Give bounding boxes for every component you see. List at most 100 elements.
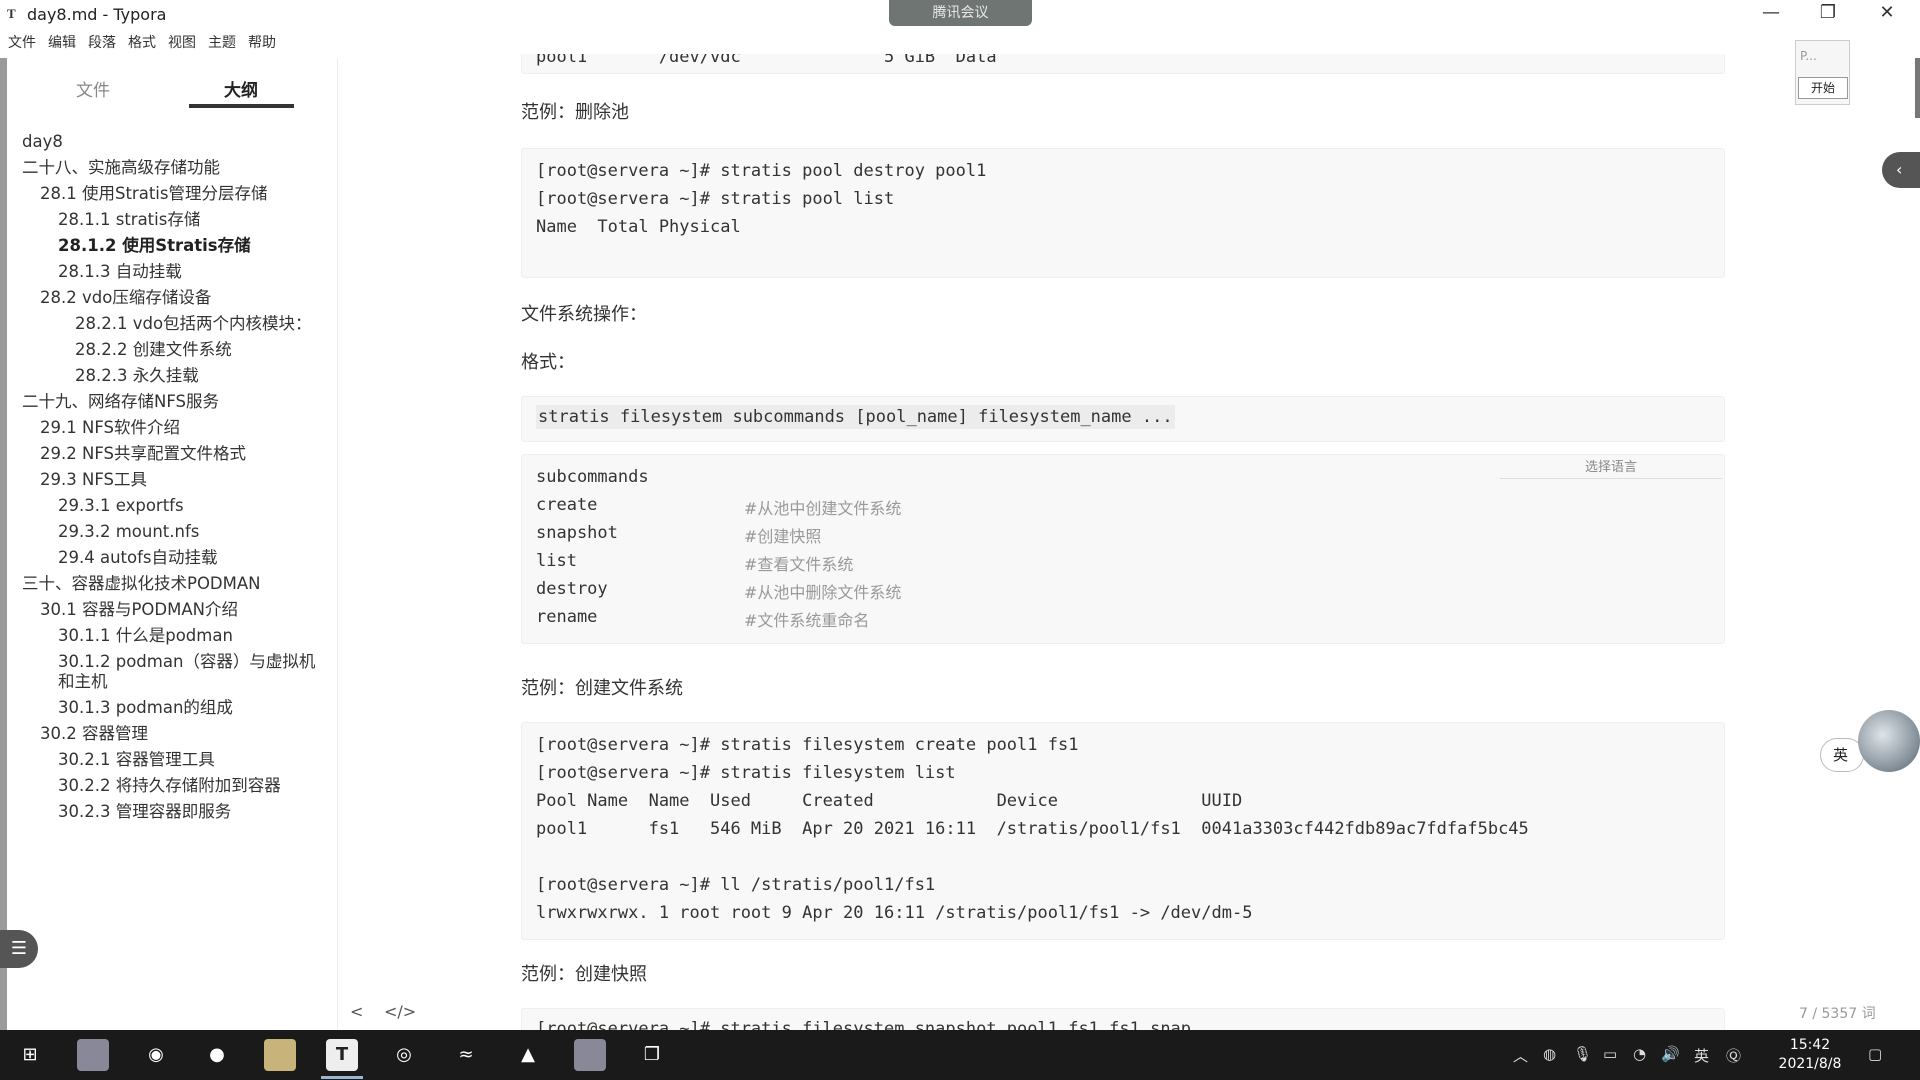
chevron-up-icon[interactable]: ︿ bbox=[1513, 1045, 1528, 1066]
outline-item[interactable]: 30.2.1 容器管理工具 bbox=[58, 748, 215, 772]
outline-item[interactable]: 30.2 容器管理 bbox=[40, 722, 148, 746]
netease-music-icon[interactable]: ◎ bbox=[388, 1039, 420, 1071]
code-block-snapshot[interactable]: [root@servera ~]# stratis filesystem sna… bbox=[521, 1008, 1725, 1030]
outline-item[interactable]: 28.1 使用Stratis管理分层存储 bbox=[40, 182, 267, 206]
subcommand-comment: #文件系统重命名 bbox=[744, 611, 870, 630]
clock-time: 15:42 bbox=[1789, 1037, 1831, 1053]
editor-content[interactable]: pool1 /dev/vdc 5 GiB Data 范例：删除池 [root@s… bbox=[338, 54, 1920, 1030]
media-icon[interactable]: ▲ bbox=[512, 1039, 544, 1071]
image-app-icon[interactable] bbox=[574, 1039, 606, 1071]
outline-item[interactable]: day8 bbox=[22, 130, 63, 154]
code-block-create[interactable]: [root@servera ~]# stratis filesystem cre… bbox=[521, 722, 1725, 940]
code-block-delete[interactable]: [root@servera ~]# stratis pool destroy p… bbox=[521, 148, 1725, 278]
outline-item[interactable]: 30.2.2 将持久存储附加到容器 bbox=[58, 774, 281, 798]
folder-icon[interactable] bbox=[264, 1039, 296, 1071]
window-title: day8.md - Typora bbox=[27, 5, 167, 24]
outline-item[interactable]: 28.1.2 使用Stratis存储 bbox=[58, 234, 251, 258]
subcommand-comment: #从池中创建文件系统 bbox=[744, 499, 902, 518]
code-line: pool1 /dev/vdc 5 GiB Data bbox=[536, 54, 997, 67]
code-block-pool-list[interactable]: pool1 /dev/vdc 5 GiB Data bbox=[521, 54, 1725, 74]
title-bar: T day8.md - Typora 腾讯会议 — ❐ ✕ bbox=[0, 0, 1920, 30]
language-select[interactable]: 选择语言 bbox=[1500, 455, 1722, 479]
code-line: stratis filesystem subcommands [pool_nam… bbox=[536, 405, 1175, 429]
outline-item[interactable]: 30.2.3 管理容器即服务 bbox=[58, 800, 231, 824]
clock-date: 2021/8/8 bbox=[1778, 1056, 1842, 1072]
floating-mini-window[interactable]: P... 开始 bbox=[1795, 40, 1850, 105]
outline-item[interactable]: 29.2 NFS共享配置文件格式 bbox=[40, 442, 246, 466]
wifi-icon[interactable]: ◔ bbox=[1633, 1045, 1646, 1063]
outline-item[interactable]: 29.3.2 mount.nfs bbox=[58, 520, 199, 544]
outline-item[interactable]: 30.1 容器与PODMAN介绍 bbox=[40, 598, 238, 622]
heading-create-fs: 范例：创建文件系统 bbox=[521, 678, 683, 699]
windows-start-icon[interactable]: ⊞ bbox=[14, 1039, 46, 1071]
microphone-icon[interactable]: 🎙 bbox=[1573, 1045, 1592, 1063]
menu-edit[interactable]: 编辑 bbox=[48, 30, 76, 54]
outline-item[interactable]: 28.2.2 创建文件系统 bbox=[75, 338, 232, 362]
minimize-button[interactable]: — bbox=[1756, 2, 1786, 23]
fs-ops-text: 文件系统操作： bbox=[521, 304, 647, 325]
bird-icon[interactable]: ≈ bbox=[450, 1039, 482, 1071]
ime-indicator[interactable]: 英 bbox=[1694, 1045, 1709, 1066]
subcommand-name: list bbox=[536, 551, 577, 571]
menu-help[interactable]: 帮助 bbox=[248, 30, 276, 54]
right-edge-scrollbar[interactable] bbox=[1915, 58, 1920, 118]
code-line: pool1 fs1 546 MiB Apr 20 2021 16:11 /str… bbox=[536, 819, 1529, 839]
menu-paragraph[interactable]: 段落 bbox=[88, 30, 116, 54]
outline-item[interactable]: 29.3 NFS工具 bbox=[40, 468, 147, 492]
notification-icon[interactable]: ▢ bbox=[1868, 1045, 1882, 1063]
volume-icon[interactable]: 🔊 bbox=[1661, 1045, 1680, 1063]
mini-window-label: P... bbox=[1800, 49, 1817, 63]
browser-icon[interactable]: ◉ bbox=[140, 1039, 172, 1071]
app-thumbnail-icon[interactable] bbox=[77, 1039, 109, 1071]
menu-file[interactable]: 文件 bbox=[8, 30, 36, 54]
network-status-icon[interactable]: ◍ bbox=[1543, 1045, 1556, 1063]
menu-bar: 文件 编辑 段落 格式 视图 主题 帮助 bbox=[0, 30, 276, 54]
code-line: [root@servera ~]# stratis filesystem lis… bbox=[536, 763, 956, 783]
chevron-left-icon[interactable]: ‹ bbox=[1882, 152, 1920, 188]
code-line: Name Total Physical bbox=[536, 217, 741, 237]
avatar[interactable] bbox=[1858, 710, 1920, 772]
tab-outline[interactable]: 大纲 bbox=[224, 76, 258, 101]
outline-item[interactable]: 28.1.1 stratis存储 bbox=[58, 208, 200, 232]
menu-format[interactable]: 格式 bbox=[128, 30, 156, 54]
word-count[interactable]: 7 / 5357 词 bbox=[1799, 1003, 1876, 1023]
battery-icon[interactable]: ▭ bbox=[1603, 1045, 1617, 1063]
taskbar: ⊞ ◉ ● T ◎ ≈ ▲ ❐ ︿ ◍ 🎙 ▭ ◔ 🔊 英 Ⓠ 15:42 20… bbox=[0, 1030, 1920, 1080]
outline-item[interactable]: 二十八、实施高级存储功能 bbox=[22, 156, 220, 180]
format-label: 格式： bbox=[521, 352, 575, 373]
menu-theme[interactable]: 主题 bbox=[208, 30, 236, 54]
code-block-format[interactable]: stratis filesystem subcommands [pool_nam… bbox=[521, 396, 1725, 442]
close-button[interactable]: ✕ bbox=[1872, 2, 1902, 23]
tab-files[interactable]: 文件 bbox=[76, 76, 110, 101]
outline-item[interactable]: 29.3.1 exportfs bbox=[58, 494, 184, 518]
outline-item[interactable]: 28.2.3 永久挂载 bbox=[75, 364, 199, 388]
code-line: [root@servera ~]# ll /stratis/pool1/fs1 bbox=[536, 875, 936, 895]
tencent-meeting-pill[interactable]: 腾讯会议 bbox=[889, 0, 1032, 26]
active-tab-indicator bbox=[189, 104, 294, 108]
outline-item[interactable]: 29.1 NFS软件介绍 bbox=[40, 416, 180, 440]
menu-view[interactable]: 视图 bbox=[168, 30, 196, 54]
outline-item[interactable]: 30.1.1 什么是podman bbox=[58, 624, 233, 648]
code-block-subcommands[interactable]: 选择语言 subcommands create #从池中创建文件系统 snapsho… bbox=[521, 454, 1725, 644]
outline-item[interactable]: 28.2 vdo压缩存储设备 bbox=[40, 286, 211, 310]
outline-item[interactable]: 和主机 bbox=[58, 670, 108, 694]
code-line: [root@servera ~]# stratis filesystem cre… bbox=[536, 735, 1079, 755]
list-icon[interactable]: ☰ bbox=[0, 930, 38, 968]
taskbar-clock[interactable]: 15:42 2021/8/8 bbox=[1770, 1036, 1850, 1074]
q-app-icon[interactable]: Ⓠ bbox=[1726, 1045, 1741, 1066]
wechat-icon[interactable]: ● bbox=[201, 1039, 233, 1071]
outline-item[interactable]: 28.1.3 自动挂载 bbox=[58, 260, 182, 284]
maximize-button[interactable]: ❐ bbox=[1813, 2, 1843, 23]
outline-item[interactable]: 三十、容器虚拟化技术PODMAN bbox=[22, 572, 261, 596]
subcommand-name: destroy bbox=[536, 579, 608, 599]
outline-item[interactable]: 28.2.1 vdo包括两个内核模块： bbox=[75, 312, 312, 336]
code-line: Pool Name Name Used Created Device UUID bbox=[536, 791, 1243, 811]
outline-item[interactable]: 二十九、网络存储NFS服务 bbox=[22, 390, 219, 414]
subcommand-comment: #创建快照 bbox=[744, 527, 822, 546]
heading-snapshot: 范例：创建快照 bbox=[521, 964, 647, 985]
outline-item[interactable]: 30.1.3 podman的组成 bbox=[58, 696, 233, 720]
typora-icon[interactable]: T bbox=[326, 1039, 358, 1071]
start-button[interactable]: 开始 bbox=[1798, 77, 1848, 99]
outline-item[interactable]: 29.4 autofs自动挂载 bbox=[58, 546, 218, 570]
window-switch-icon[interactable]: ❐ bbox=[636, 1039, 668, 1071]
